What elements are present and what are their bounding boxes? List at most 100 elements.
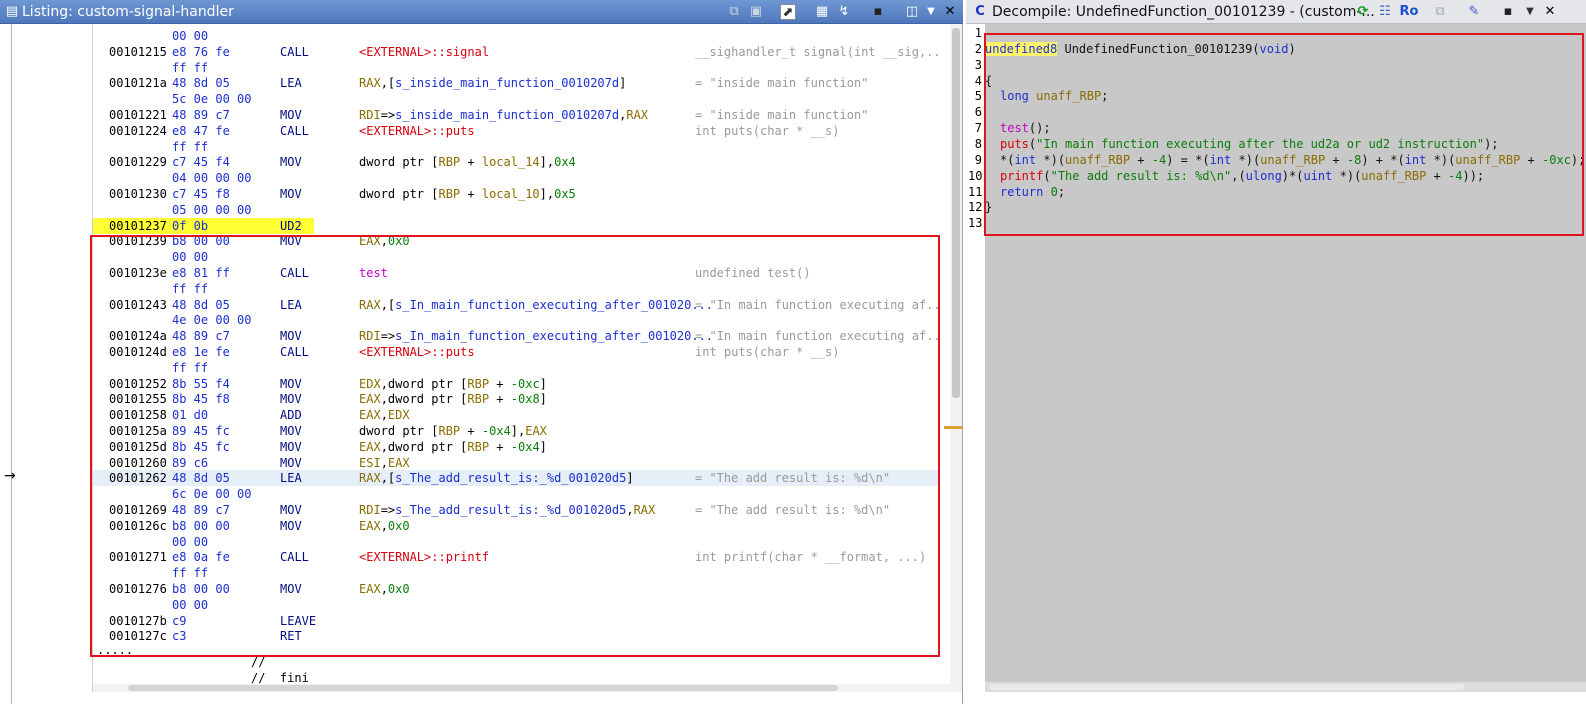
- listing-row[interactable]: 00101230 c7 45 f8 MOV dword ptr [RBP + loca…: [93, 186, 939, 202]
- row-address: 00101237: [109, 218, 167, 233]
- line-number: 13: [968, 216, 983, 231]
- operand-token: +: [460, 187, 482, 201]
- menu-dropdown-icon[interactable]: ▼: [923, 4, 939, 20]
- close-decompile-icon[interactable]: ✕: [1542, 4, 1558, 20]
- graph-icon[interactable]: ☷: [1377, 4, 1393, 20]
- diff-icon[interactable]: ↯: [836, 4, 852, 20]
- operand-token: local_10: [481, 187, 540, 201]
- operand-token: 0x4: [554, 155, 576, 170]
- listing-vertical-scrollbar[interactable]: [944, 24, 962, 692]
- row-mnemonic: LEA: [280, 76, 302, 91]
- listing-horizontal-scrollbar[interactable]: [93, 684, 950, 692]
- row-operands[interactable]: <EXTERNAL>::puts: [359, 123, 475, 139]
- row-operands[interactable]: RAX,[s_inside_main_function_0010207d]: [359, 75, 626, 91]
- listing-hscroll-thumb[interactable]: [128, 685, 838, 691]
- copy-decompile-icon[interactable]: ⧉: [1432, 4, 1448, 20]
- line-number: 6: [974, 105, 982, 120]
- operand-token: RBP: [438, 187, 461, 201]
- field-edit-icon[interactable]: ▦: [814, 4, 830, 20]
- line-number: 5: [974, 89, 982, 104]
- decompile-horizontal-scrollbar[interactable]: [985, 682, 1586, 692]
- edit-function-icon[interactable]: ✎: [1466, 4, 1482, 20]
- row-operands[interactable]: RDI=>s_inside_main_function_0010207d,RAX: [359, 107, 648, 123]
- row-address: 00101230: [109, 187, 167, 201]
- line-number: 10: [968, 168, 983, 183]
- listing-row[interactable]: 00101224 e8 47 fe CALL <EXTERNAL>::puts int …: [93, 123, 939, 139]
- refresh-icon[interactable]: ⟳: [1355, 4, 1371, 20]
- row-bytes: ff ff: [172, 139, 209, 154]
- line-number: 3: [974, 57, 982, 72]
- listing-row[interactable]: 00 00: [93, 28, 939, 44]
- listing-left-gutter: →: [0, 24, 92, 704]
- row-bytes: 04 00 00 00: [172, 171, 252, 186]
- row-address: 00101229: [109, 155, 167, 170]
- line-number: 4: [974, 73, 982, 88]
- row-comment: = "inside main function": [695, 76, 869, 91]
- listing-row[interactable]: ff ff: [93, 139, 939, 155]
- line-number: 9: [974, 152, 982, 167]
- row-bytes: 0f 0b: [172, 218, 209, 233]
- row-bytes: 5c 0e 00 00: [172, 92, 252, 107]
- line-number: 7: [974, 121, 982, 136]
- paste-icon[interactable]: ▣: [748, 4, 764, 20]
- operand-token: dword ptr [: [359, 187, 439, 201]
- listing-row[interactable]: 0010121a 48 8d 05 LEA RAX,[s_inside_main_fu…: [93, 75, 939, 91]
- listing-row[interactable]: 00101215 e8 76 fe CALL <EXTERNAL>::signal __…: [93, 44, 939, 60]
- operand-token: s_inside_main_function_0010207d: [395, 76, 620, 91]
- row-bytes: 05 00 00 00: [172, 202, 252, 217]
- layout-icon[interactable]: ◫: [904, 4, 920, 20]
- listing-row[interactable]: 5c 0e 00 00: [93, 91, 939, 107]
- listing-row[interactable]: 00101229 c7 45 f4 MOV dword ptr [RBP + loca…: [93, 154, 939, 170]
- snapshot-icon[interactable]: ▪: [870, 4, 886, 20]
- operand-token: ],: [539, 187, 555, 201]
- row-operands[interactable]: <EXTERNAL>::signal: [359, 44, 489, 60]
- decompile-menu-icon[interactable]: ▼: [1522, 4, 1538, 20]
- copy-icon[interactable]: ⧉: [726, 4, 742, 20]
- listing-row[interactable]: 05 00 00 00: [93, 202, 939, 218]
- cursor-select-icon[interactable]: ⬈: [780, 4, 796, 20]
- row-mnemonic: MOV: [280, 108, 302, 122]
- row-address: 00101215: [109, 44, 167, 59]
- operand-token: +: [460, 155, 482, 170]
- row-comment: int puts(char * __s): [695, 123, 840, 138]
- operand-token: s_inside_main_function_0010207d: [395, 108, 620, 122]
- listing-window-icon: ▤: [5, 4, 19, 19]
- row-mnemonic: UD2: [280, 218, 302, 233]
- ro-button[interactable]: Ro: [1398, 4, 1420, 20]
- close-listing-icon[interactable]: ✕: [942, 4, 958, 20]
- listing-scroll-thumb[interactable]: [952, 28, 960, 398]
- operand-token: ],: [539, 155, 555, 170]
- listing-row[interactable]: ff ff: [93, 60, 939, 76]
- row-mnemonic: MOV: [280, 155, 302, 170]
- decompile-titlebar[interactable]: C Decompile: UndefinedFunction_00101239 …: [966, 0, 1586, 24]
- operand-token: =>: [380, 108, 396, 122]
- decompile-hscroll-thumb[interactable]: [989, 684, 1464, 690]
- row-comment: __sighandler_t signal(int __sig,...: [695, 44, 939, 59]
- listing-row[interactable]: 00101221 48 89 c7 MOV RDI=>s_inside_main_fu…: [93, 107, 939, 123]
- listing-trailer-fini: // fini: [251, 671, 309, 684]
- listing-row[interactable]: 00101237 0f 0b UD2: [93, 217, 939, 234]
- row-comment: = "inside main function": [695, 108, 869, 122]
- listing-titlebar[interactable]: ▤ Listing: custom-signal-handler ⧉ ▣ ⬈ ▦…: [0, 0, 963, 24]
- operand-token: ,[: [380, 76, 396, 91]
- row-bytes: 48 8d 05: [172, 76, 230, 91]
- row-operands[interactable]: dword ptr [RBP + local_10],0x5: [359, 186, 576, 202]
- row-operands[interactable]: dword ptr [RBP + local_14],0x4: [359, 154, 576, 170]
- operand-token: ]: [619, 76, 627, 91]
- operand-token: RAX: [359, 76, 381, 91]
- gutter-line: [11, 24, 12, 704]
- decompile-window-icon: C: [975, 4, 985, 19]
- listing-row[interactable]: 04 00 00 00: [93, 170, 939, 186]
- line-number: 2: [974, 41, 982, 56]
- operand-token: 0x5: [554, 187, 576, 201]
- row-bytes: c7 45 f4: [172, 155, 230, 170]
- row-bytes: e8 76 fe: [172, 44, 230, 59]
- snapshot-decompile-icon[interactable]: ▪: [1500, 4, 1516, 20]
- row-bytes: ff ff: [172, 60, 209, 75]
- line-number: 8: [974, 136, 982, 151]
- line-number: 1: [974, 26, 982, 40]
- listing-panel: ▤ Listing: custom-signal-handler ⧉ ▣ ⬈ ▦…: [0, 0, 963, 704]
- operand-token: local_14: [481, 155, 540, 170]
- listing-title: Listing: custom-signal-handler: [22, 4, 234, 20]
- decompile-panel: C Decompile: UndefinedFunction_00101239 …: [966, 0, 1586, 704]
